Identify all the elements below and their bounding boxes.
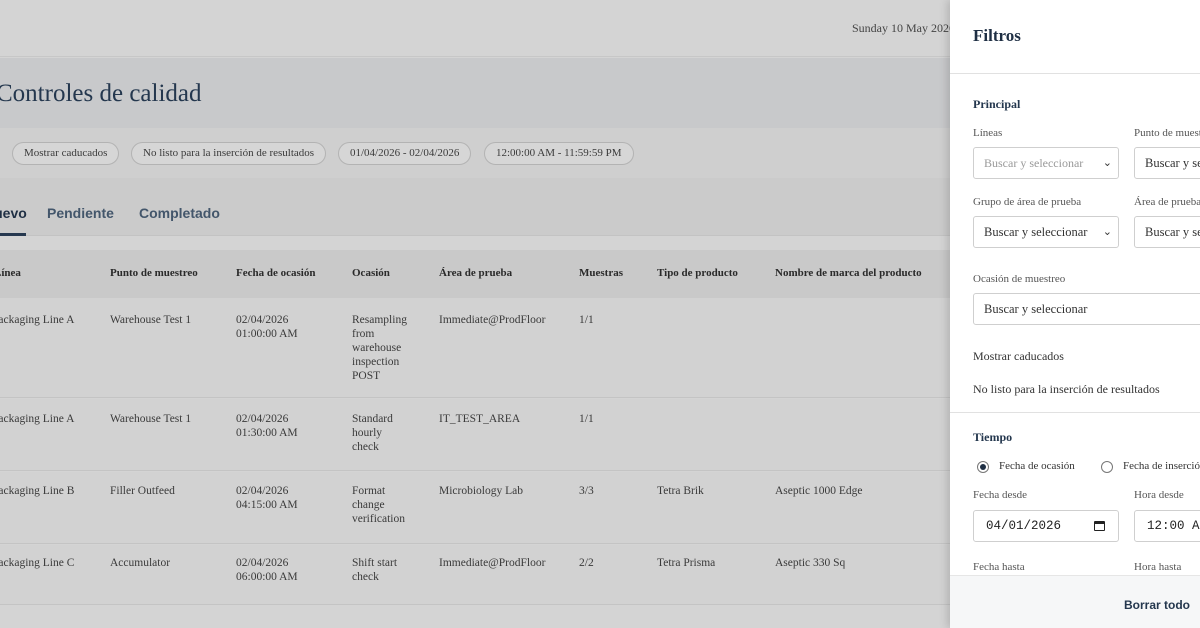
cell-area: Immediate@ProdFloor: [439, 557, 546, 569]
cell-linea: Packaging Line A: [0, 314, 75, 326]
fecha-desde-input[interactable]: 04/01/2026: [973, 510, 1119, 542]
area-placeholder: Buscar y seleccionar: [1145, 225, 1200, 239]
cell-fecha: 02/04/2026 01:00:00 AM: [236, 314, 298, 340]
radio-fecha-ocasion-label: Fecha de ocasión: [999, 460, 1075, 472]
tab-pendiente[interactable]: Pendiente: [47, 205, 114, 221]
column-header-linea[interactable]: Línea: [0, 267, 21, 279]
column-header-fecha[interactable]: Fecha de ocasión: [236, 267, 315, 279]
radio-fecha-insercion[interactable]: [1101, 461, 1113, 473]
cell-muestras: 3/3: [579, 485, 594, 497]
cell-tipo: Tetra Brik: [657, 485, 704, 497]
cell-fecha: 02/04/2026 06:00:00 AM: [236, 557, 298, 583]
ocasion-label: Ocasión de muestreo: [973, 273, 1066, 285]
column-header-punto[interactable]: Punto de muestreo: [110, 267, 198, 279]
active-tab-indicator: [0, 233, 26, 236]
radio-fecha-ocasion[interactable]: [977, 461, 989, 473]
chip-no-listo[interactable]: No listo para la inserción de resultados: [131, 142, 327, 165]
grupo-placeholder: Buscar y seleccionar: [984, 225, 1088, 239]
section-tiempo: Tiempo: [973, 430, 1013, 444]
cell-muestras: 1/1: [579, 413, 594, 425]
cell-punto: Warehouse Test 1: [110, 413, 192, 425]
divider: [950, 73, 1200, 74]
cell-marca: Aseptic 1000 Edge: [775, 485, 863, 497]
cell-area: Immediate@ProdFloor: [439, 314, 546, 326]
section-principal: Principal: [973, 97, 1021, 111]
radio-fecha-insercion-label: Fecha de inserción: [1123, 460, 1200, 472]
cell-ocasion: Resampling from warehouse inspection POS…: [352, 314, 407, 382]
ocasion-select[interactable]: Buscar y seleccionar: [973, 293, 1200, 325]
mostrar-caducados-option[interactable]: Mostrar caducados: [973, 349, 1064, 364]
cell-punto: Filler Outfeed: [110, 485, 175, 497]
chevron-down-icon: ⌄: [1102, 157, 1112, 169]
page-title: Controles de calidad: [0, 80, 202, 107]
lineas-label: Líneas: [973, 127, 1003, 139]
cell-marca: Aseptic 330 Sq: [775, 557, 846, 569]
hora-desde-value: 12:00 AM: [1147, 519, 1200, 533]
hora-hasta-label: Hora hasta: [1134, 561, 1182, 573]
punto-label: Punto de muestreo: [1134, 127, 1200, 139]
cell-muestras: 2/2: [579, 557, 594, 569]
current-date: Sunday 10 May 2026: [852, 21, 955, 35]
cell-ocasion: Standard hourly check: [352, 413, 393, 453]
hora-desde-input[interactable]: 12:00 AM: [1134, 510, 1200, 542]
cell-fecha: 02/04/2026 01:30:00 AM: [236, 413, 298, 439]
chip-mostrar-caducados[interactable]: Mostrar caducados: [12, 142, 120, 165]
no-listo-option[interactable]: No listo para la inserción de resultados: [973, 382, 1160, 397]
ocasion-placeholder: Buscar y seleccionar: [984, 302, 1088, 316]
filters-title: Filtros: [973, 26, 1021, 45]
punto-placeholder: Buscar y seleccionar: [1145, 156, 1200, 170]
tab-nuevo[interactable]: Nuevo: [0, 205, 27, 221]
divider: [950, 412, 1200, 413]
fecha-hasta-label: Fecha hasta: [973, 561, 1025, 573]
column-header-ocasion[interactable]: Ocasión: [352, 267, 390, 279]
lineas-select[interactable]: Buscar y seleccionar ⌄: [973, 147, 1119, 179]
area-label: Área de prueba: [1134, 196, 1200, 208]
cell-linea: Packaging Line C: [0, 557, 75, 569]
hora-desde-label: Hora desde: [1134, 489, 1184, 501]
chevron-down-icon: ⌄: [1102, 226, 1112, 238]
cell-punto: Accumulator: [110, 557, 171, 569]
fecha-desde-value: 04/01/2026: [986, 519, 1062, 533]
column-header-marca[interactable]: Nombre de marca del producto: [775, 267, 922, 279]
chip-time-range[interactable]: 12:00:00 AM - 11:59:59 PM: [484, 142, 634, 165]
punto-select[interactable]: Buscar y seleccionar: [1134, 147, 1200, 179]
cell-area: IT_TEST_AREA: [439, 413, 521, 425]
grupo-select[interactable]: Buscar y seleccionar ⌄: [973, 216, 1119, 248]
cell-ocasion: Format change verification: [352, 485, 406, 525]
tab-completado[interactable]: Completado: [139, 205, 220, 221]
cell-linea: Packaging Line B: [0, 485, 75, 497]
column-header-area[interactable]: Área de prueba: [439, 267, 512, 279]
cell-area: Microbiology Lab: [439, 485, 523, 497]
clear-all-button[interactable]: Borrar todo: [1124, 598, 1190, 612]
grupo-label: Grupo de área de prueba: [973, 196, 1082, 208]
cell-tipo: Tetra Prisma: [657, 557, 716, 569]
cell-muestras: 1/1: [579, 314, 594, 326]
area-select[interactable]: Buscar y seleccionar: [1134, 216, 1200, 248]
cell-ocasion: Shift start check: [352, 557, 398, 583]
column-header-muestras[interactable]: Muestras: [579, 267, 623, 279]
cell-punto: Warehouse Test 1: [110, 314, 192, 326]
calendar-icon[interactable]: [1094, 521, 1105, 531]
lineas-placeholder: Buscar y seleccionar: [984, 156, 1084, 170]
cell-linea: Packaging Line A: [0, 413, 75, 425]
fecha-desde-label: Fecha desde: [973, 489, 1028, 501]
cell-fecha: 02/04/2026 04:15:00 AM: [236, 485, 298, 511]
column-header-tipo[interactable]: Tipo de producto: [657, 267, 738, 279]
chip-date-range[interactable]: 01/04/2026 - 02/04/2026: [338, 142, 472, 165]
